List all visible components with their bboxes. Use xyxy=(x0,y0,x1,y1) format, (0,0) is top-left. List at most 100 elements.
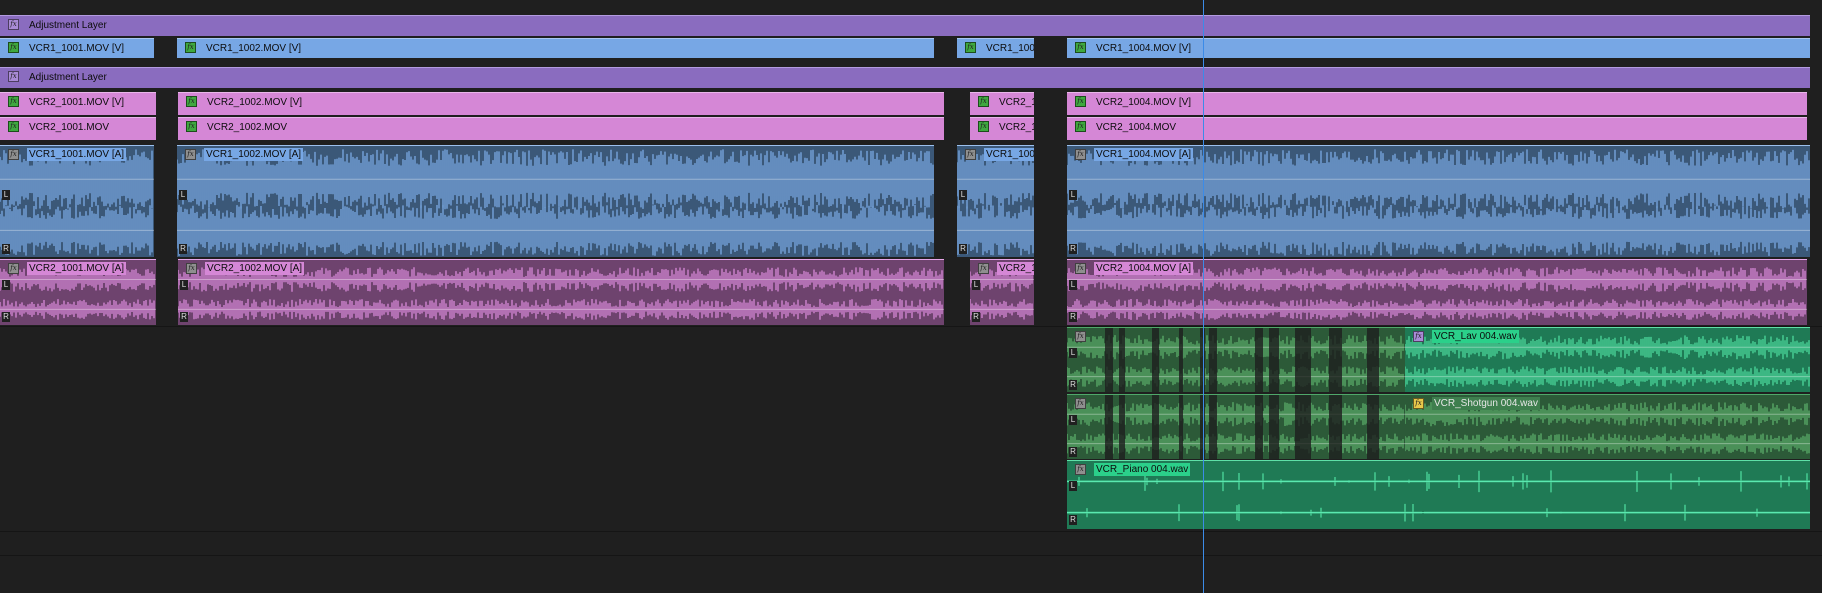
clip-vcr1-1003-audio[interactable]: fx VCR1_100 L R xyxy=(957,145,1034,257)
channel-right-label: R xyxy=(1069,244,1077,254)
clip-vcr2-1003-audio[interactable]: fx VCR2_1 L R xyxy=(970,259,1034,325)
fx-icon[interactable]: fx xyxy=(8,121,19,132)
clip-vcr-piano-004[interactable]: fx VCR_Piano 004.wav L R xyxy=(1067,460,1810,529)
clip-vcr-lav-004[interactable]: fx VCR_Lav 004.wav xyxy=(1405,327,1810,392)
fx-icon[interactable]: fx xyxy=(965,149,976,160)
fx-icon[interactable]: fx xyxy=(1075,96,1086,107)
fx-icon[interactable]: fx xyxy=(186,121,197,132)
clip-label: VCR2_1 xyxy=(999,97,1034,108)
clip-label: VCR2_1001.MOV [V] xyxy=(29,97,125,108)
clip-vcr2-1004-video[interactable]: fx VCR2_1004.MOV [V] xyxy=(1067,92,1807,115)
fx-icon[interactable]: fx xyxy=(8,263,19,274)
clip-label: VCR1_1004.MOV [V] xyxy=(1096,43,1192,54)
clip-label: VCR_Lav 004.wav xyxy=(1432,330,1519,343)
fx-icon[interactable]: fx xyxy=(1075,149,1086,160)
channel-left-label: L xyxy=(2,190,10,200)
track-v3: fx VCR2_1001.MOV [V] fx VCR2_1002.MOV [V… xyxy=(0,92,1822,115)
clip-vcr1-1001-audio[interactable]: fx VCR1_1001.MOV [A] L R xyxy=(0,145,154,257)
clip-label: VCR1_100 xyxy=(984,148,1034,161)
clip-label: VCR2_1004.MOV [A] xyxy=(1094,262,1194,275)
fx-icon[interactable]: fx xyxy=(8,149,19,160)
fx-icon[interactable]: fx xyxy=(1075,263,1086,274)
track-a2: fx VCR2_1001.MOV [A] L R fx VCR2_1002.MO… xyxy=(0,259,1822,325)
channel-right-label: R xyxy=(180,312,188,322)
fx-icon[interactable]: fx xyxy=(978,121,989,132)
clip-vcr1-1001-video[interactable]: fx VCR1_1001.MOV [V] xyxy=(0,38,154,58)
fx-icon[interactable]: fx xyxy=(1075,331,1086,342)
clip-adjustment-layer-top[interactable]: fx Adjustment Layer xyxy=(0,15,1810,36)
fx-icon[interactable]: fx xyxy=(1075,121,1086,132)
clip-vcr2-1003-video[interactable]: fx VCR2_1 xyxy=(970,92,1034,115)
track-v2: fx VCR2_1001.MOV fx VCR2_1002.MOV fx VCR… xyxy=(0,117,1822,140)
fx-icon[interactable]: fx xyxy=(185,149,196,160)
clip-label: VCR2_1 xyxy=(997,262,1034,275)
clip-vcr-shotgun-004[interactable]: fx VCR_Shotgun 004.wav xyxy=(1405,394,1810,459)
clip-vcr2-1002-audio[interactable]: fx VCR2_1002.MOV [A] L R xyxy=(178,259,944,325)
sequence-timeline[interactable]: fx Adjustment Layer fx VCR1_1001.MOV [V]… xyxy=(0,0,1822,593)
clip-vcr1-1004-video[interactable]: fx VCR1_1004.MOV [V] xyxy=(1067,38,1810,58)
channel-right-label: R xyxy=(2,244,10,254)
clip-label: VCR1_1001.MOV [A] xyxy=(27,148,127,161)
channel-right-label: R xyxy=(959,244,967,254)
fx-icon[interactable]: fx xyxy=(8,71,19,82)
fx-icon[interactable]: fx xyxy=(1413,398,1424,409)
clip-label: VCR2_1004.MOV [V] xyxy=(1096,97,1192,108)
channel-right-label: R xyxy=(179,244,187,254)
clip-label: Adjustment Layer xyxy=(29,20,107,31)
channel-left-label: L xyxy=(1069,415,1077,425)
clip-label: VCR2_1002.MOV xyxy=(207,122,288,133)
clip-label: VCR1_1002.MOV [A] xyxy=(204,148,304,161)
fx-icon[interactable]: fx xyxy=(186,96,197,107)
clip-lav-edits[interactable]: fx L R xyxy=(1067,327,1405,392)
clip-label: VCR2_1004.MOV xyxy=(1096,122,1177,133)
clip-vcr2-1004-audio[interactable]: fx VCR2_1004.MOV [A] L R xyxy=(1067,259,1807,325)
clip-label: VCR2_1001.MOV xyxy=(29,122,110,133)
clip-vcr1-1002-audio[interactable]: fx VCR1_1002.MOV [A] L R xyxy=(177,145,934,257)
fx-icon[interactable]: fx xyxy=(186,263,197,274)
clip-vcr1-1003-video[interactable]: fx VCR1_100 xyxy=(957,38,1034,58)
fx-icon[interactable]: fx xyxy=(185,42,196,53)
fx-icon[interactable]: fx xyxy=(8,96,19,107)
channel-left-label: L xyxy=(180,280,188,290)
playhead[interactable] xyxy=(1203,0,1204,593)
fx-icon[interactable]: fx xyxy=(1075,398,1086,409)
clip-vcr2-1001-video[interactable]: fx VCR2_1001.MOV [V] xyxy=(0,92,156,115)
channel-right-label: R xyxy=(1069,312,1077,322)
clip-adjustment-layer-mid[interactable]: fx Adjustment Layer xyxy=(0,67,1810,88)
fx-icon[interactable]: fx xyxy=(1413,331,1424,342)
fx-icon[interactable]: fx xyxy=(978,263,989,274)
fx-icon[interactable]: fx xyxy=(965,42,976,53)
channel-left-label: L xyxy=(1069,190,1077,200)
clip-label: VCR_Shotgun 004.wav xyxy=(1432,397,1540,410)
track-a5: fx VCR_Piano 004.wav L R xyxy=(0,460,1822,529)
clip-label: VCR_Piano 004.wav xyxy=(1094,463,1191,476)
waveform xyxy=(1067,328,1405,392)
clip-vcr1-1004-audio[interactable]: fx VCR1_1004.MOV [A] L R xyxy=(1067,145,1810,257)
clip-vcr2-1003[interactable]: fx VCR2_1 xyxy=(970,117,1034,140)
clip-vcr2-1004[interactable]: fx VCR2_1004.MOV xyxy=(1067,117,1807,140)
channel-left-label: L xyxy=(1069,348,1077,358)
clip-label: VCR2_1001.MOV [A] xyxy=(27,262,127,275)
clip-label: VCR1_1004.MOV [A] xyxy=(1094,148,1194,161)
waveform xyxy=(1067,146,1810,257)
fx-icon[interactable]: fx xyxy=(8,42,19,53)
clip-vcr2-1001[interactable]: fx VCR2_1001.MOV xyxy=(0,117,156,140)
channel-left-label: L xyxy=(1069,280,1077,290)
waveform xyxy=(1067,395,1405,459)
clip-shotgun-edits[interactable]: fx L R xyxy=(1067,394,1405,459)
channel-left-label: L xyxy=(972,280,980,290)
fx-icon[interactable]: fx xyxy=(8,19,19,30)
fx-icon[interactable]: fx xyxy=(978,96,989,107)
waveform xyxy=(177,146,934,257)
clip-vcr2-1001-audio[interactable]: fx VCR2_1001.MOV [A] L R xyxy=(0,259,156,325)
channel-left-label: L xyxy=(1069,481,1077,491)
clip-vcr2-1002[interactable]: fx VCR2_1002.MOV xyxy=(178,117,944,140)
clip-vcr2-1002-video[interactable]: fx VCR2_1002.MOV [V] xyxy=(178,92,944,115)
track-a1: fx VCR1_1001.MOV [A] L R fx VCR1_1002.MO… xyxy=(0,145,1822,257)
clip-label: VCR1_100 xyxy=(986,43,1034,54)
fx-icon[interactable]: fx xyxy=(1075,464,1086,475)
fx-icon[interactable]: fx xyxy=(1075,42,1086,53)
channel-right-label: R xyxy=(2,312,10,322)
clip-vcr1-1002-video[interactable]: fx VCR1_1002.MOV [V] xyxy=(177,38,934,58)
clip-label: VCR2_1 xyxy=(999,122,1034,133)
